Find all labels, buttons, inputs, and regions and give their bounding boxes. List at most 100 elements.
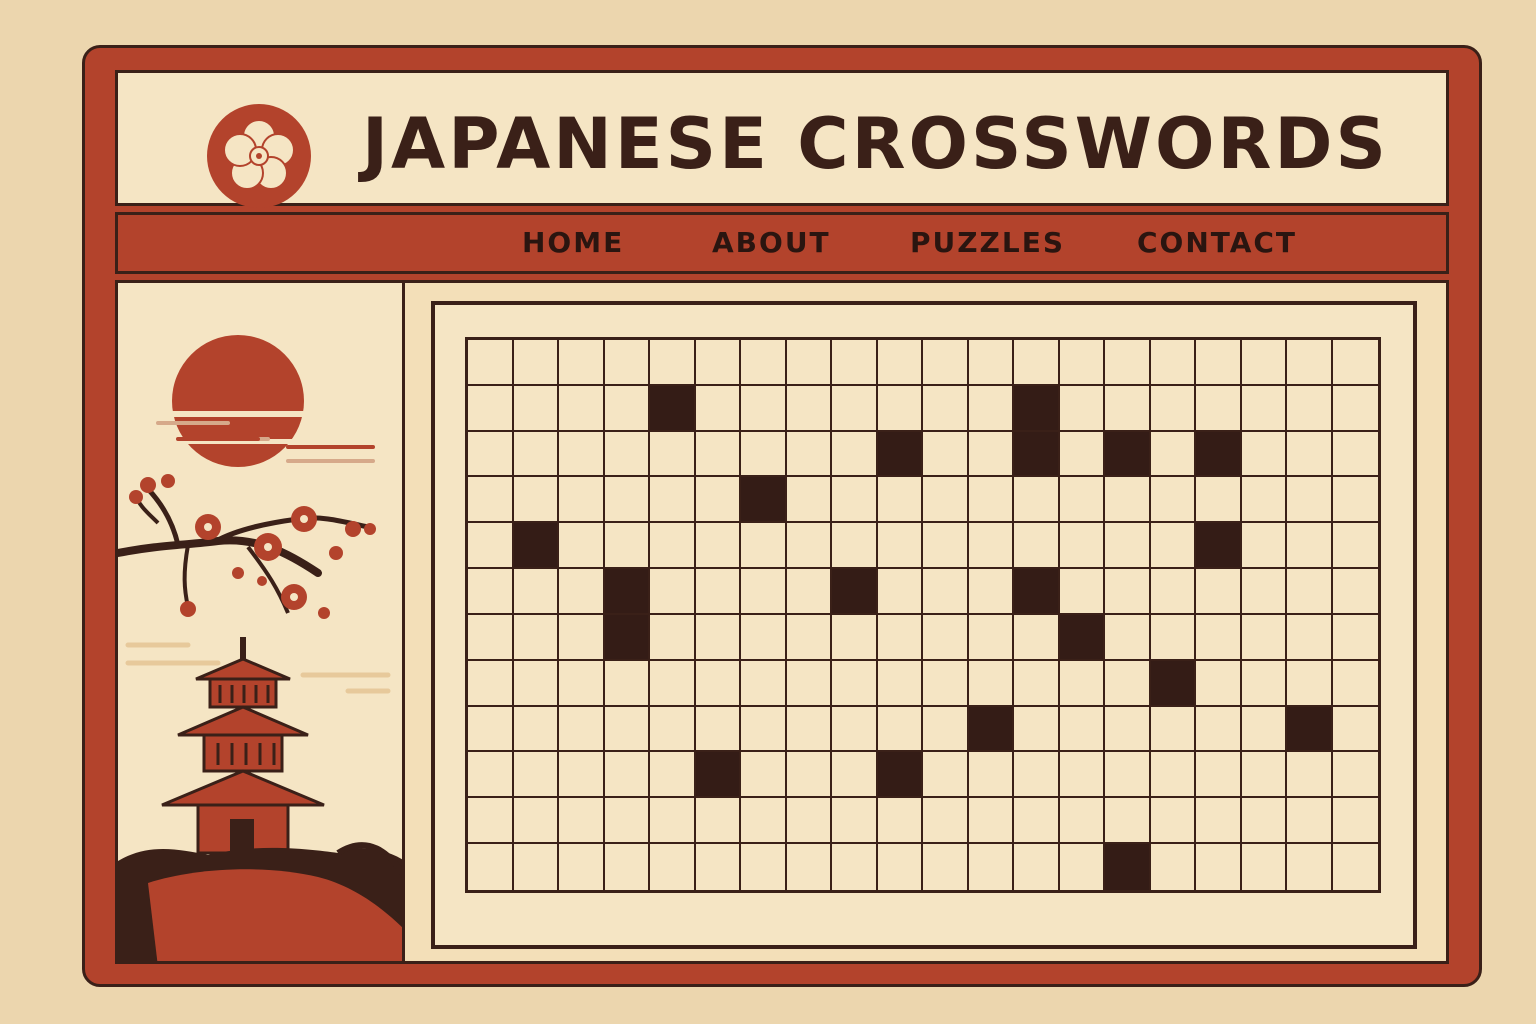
grid-cell[interactable]: [1059, 431, 1105, 478]
grid-cell[interactable]: [1150, 752, 1196, 799]
grid-cell[interactable]: [513, 431, 559, 478]
grid-cell[interactable]: [513, 752, 559, 799]
grid-cell[interactable]: [1059, 385, 1105, 432]
grid-cell[interactable]: [650, 431, 696, 478]
grid-cell[interactable]: [468, 385, 514, 432]
grid-cell[interactable]: [741, 752, 787, 799]
grid-cell[interactable]: [923, 523, 969, 570]
grid-cell[interactable]: [1014, 798, 1060, 845]
grid-cell[interactable]: [513, 477, 559, 524]
grid-cell[interactable]: [1332, 385, 1378, 432]
grid-cell[interactable]: [604, 477, 650, 524]
grid-cell[interactable]: [832, 844, 878, 890]
grid-cell[interactable]: [1105, 523, 1151, 570]
grid-cell[interactable]: [968, 752, 1014, 799]
grid-cell[interactable]: [604, 844, 650, 890]
grid-cell[interactable]: [650, 752, 696, 799]
grid-cell[interactable]: [786, 614, 832, 661]
grid-cell[interactable]: [695, 844, 741, 890]
grid-cell[interactable]: [1105, 660, 1151, 707]
grid-cell[interactable]: [559, 752, 605, 799]
grid-cell[interactable]: [559, 385, 605, 432]
grid-cell[interactable]: [695, 798, 741, 845]
grid-cell[interactable]: [923, 477, 969, 524]
grid-cell[interactable]: [468, 752, 514, 799]
grid-cell[interactable]: [604, 660, 650, 707]
grid-cell[interactable]: [1196, 660, 1242, 707]
grid-cell[interactable]: [650, 706, 696, 753]
grid-cell[interactable]: [1150, 431, 1196, 478]
grid-cell[interactable]: [1332, 706, 1378, 753]
grid-cell[interactable]: [513, 706, 559, 753]
grid-cell[interactable]: [1241, 660, 1287, 707]
grid-cell[interactable]: [604, 340, 650, 386]
grid-cell[interactable]: [1287, 798, 1333, 845]
grid-cell[interactable]: [695, 431, 741, 478]
grid-cell[interactable]: [832, 706, 878, 753]
grid-cell[interactable]: [1241, 477, 1287, 524]
grid-cell[interactable]: [1014, 477, 1060, 524]
grid-cell[interactable]: [832, 340, 878, 386]
grid-cell[interactable]: [1105, 752, 1151, 799]
nav-contact[interactable]: CONTACT: [1137, 215, 1297, 271]
grid-cell[interactable]: [1287, 844, 1333, 890]
grid-cell[interactable]: [923, 844, 969, 890]
grid-cell[interactable]: [1196, 569, 1242, 615]
grid-cell[interactable]: [923, 385, 969, 432]
grid-cell[interactable]: [832, 477, 878, 524]
nav-puzzles[interactable]: PUZZLES: [910, 215, 1065, 271]
grid-cell[interactable]: [1105, 614, 1151, 661]
grid-cell[interactable]: [1105, 340, 1151, 386]
grid-cell[interactable]: [1014, 340, 1060, 386]
grid-cell[interactable]: [559, 798, 605, 845]
grid-cell[interactable]: [513, 569, 559, 615]
grid-cell[interactable]: [877, 523, 923, 570]
grid-cell[interactable]: [1059, 706, 1105, 753]
grid-cell[interactable]: [968, 431, 1014, 478]
grid-cell[interactable]: [968, 385, 1014, 432]
grid-cell[interactable]: [877, 569, 923, 615]
grid-cell[interactable]: [923, 614, 969, 661]
grid-cell[interactable]: [513, 340, 559, 386]
grid-cell[interactable]: [1332, 477, 1378, 524]
grid-cell[interactable]: [1241, 706, 1287, 753]
grid-cell[interactable]: [1014, 752, 1060, 799]
grid-cell[interactable]: [1105, 706, 1151, 753]
grid-cell[interactable]: [1150, 385, 1196, 432]
grid-cell[interactable]: [695, 660, 741, 707]
grid-cell[interactable]: [786, 340, 832, 386]
grid-cell[interactable]: [786, 431, 832, 478]
grid-cell[interactable]: [923, 798, 969, 845]
grid-cell[interactable]: [650, 523, 696, 570]
grid-cell[interactable]: [559, 844, 605, 890]
grid-cell[interactable]: [1241, 569, 1287, 615]
grid-cell[interactable]: [468, 798, 514, 845]
grid-cell[interactable]: [650, 340, 696, 386]
grid-cell[interactable]: [1150, 569, 1196, 615]
grid-cell[interactable]: [923, 431, 969, 478]
grid-cell[interactable]: [877, 660, 923, 707]
grid-cell[interactable]: [604, 431, 650, 478]
grid-cell[interactable]: [1332, 431, 1378, 478]
grid-cell[interactable]: [741, 798, 787, 845]
grid-cell[interactable]: [968, 569, 1014, 615]
grid-cell[interactable]: [559, 569, 605, 615]
grid-cell[interactable]: [559, 477, 605, 524]
grid-cell[interactable]: [650, 569, 696, 615]
grid-cell[interactable]: [1059, 844, 1105, 890]
grid-cell[interactable]: [513, 798, 559, 845]
grid-cell[interactable]: [1196, 385, 1242, 432]
grid-cell[interactable]: [559, 340, 605, 386]
grid-cell[interactable]: [1241, 844, 1287, 890]
grid-cell[interactable]: [1241, 523, 1287, 570]
grid-cell[interactable]: [1241, 752, 1287, 799]
grid-cell[interactable]: [877, 614, 923, 661]
grid-cell[interactable]: [832, 431, 878, 478]
grid-cell[interactable]: [1105, 569, 1151, 615]
grid-cell[interactable]: [513, 614, 559, 661]
grid-cell[interactable]: [604, 706, 650, 753]
grid-cell[interactable]: [741, 660, 787, 707]
grid-cell[interactable]: [650, 660, 696, 707]
grid-cell[interactable]: [786, 569, 832, 615]
grid-cell[interactable]: [1332, 844, 1378, 890]
